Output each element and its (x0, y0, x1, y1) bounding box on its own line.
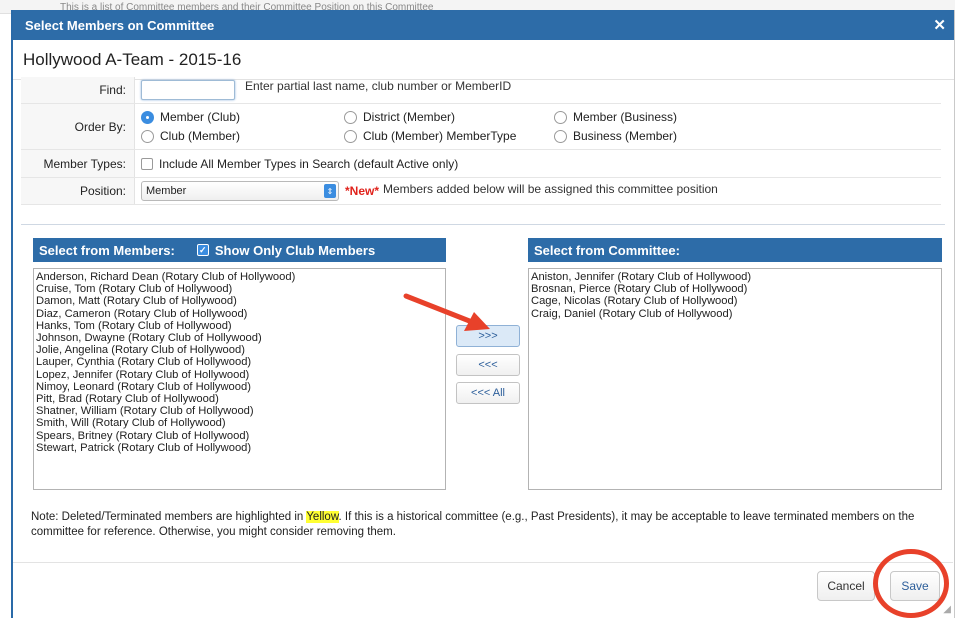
radio-icon[interactable] (554, 129, 567, 143)
select-arrows-icon[interactable]: ⇕ (324, 184, 336, 198)
note-highlight-word: Yellow (306, 511, 339, 523)
save-button[interactable]: Save (890, 571, 940, 601)
list-item[interactable]: Aniston, Jennifer (Rotary Club of Hollyw… (531, 271, 939, 283)
radio-district-member[interactable]: District (Member) (344, 110, 554, 124)
radio-label: District (Member) (363, 110, 455, 124)
list-item[interactable]: Cruise, Tom (Rotary Club of Hollywood) (36, 283, 443, 295)
members-panel-header: Select from Members: ✓ Show Only Club Me… (33, 238, 446, 262)
list-item[interactable]: Damon, Matt (Rotary Club of Hollywood) (36, 295, 443, 307)
radio-business-member[interactable]: Business (Member) (554, 129, 754, 143)
committee-panel-title: Select from Committee: (534, 242, 680, 258)
member-types-value: Include All Member Types in Search (defa… (135, 150, 458, 177)
find-input[interactable] (141, 80, 235, 100)
note-text: Note: Deleted/Terminated members are hig… (31, 510, 943, 540)
list-item[interactable]: Hanks, Tom (Rotary Club of Hollywood) (36, 320, 443, 332)
list-item[interactable]: Lopez, Jennifer (Rotary Club of Hollywoo… (36, 369, 443, 381)
position-label: Position: (21, 178, 135, 204)
radio-label: Club (Member) (160, 129, 241, 143)
search-form: Find: Enter partial last name, club numb… (21, 77, 941, 205)
member-types-label: Member Types: (21, 150, 135, 177)
new-tag: *New* (345, 184, 380, 198)
list-item[interactable]: Lauper, Cynthia (Rotary Club of Hollywoo… (36, 356, 443, 368)
list-item[interactable]: Anderson, Richard Dean (Rotary Club of H… (36, 271, 443, 283)
cancel-button[interactable]: Cancel (817, 571, 875, 601)
list-item[interactable]: Spears, Britney (Rotary Club of Hollywoo… (36, 430, 443, 442)
list-item[interactable]: Smith, Will (Rotary Club of Hollywood) (36, 417, 443, 429)
committee-panel-header: Select from Committee: (528, 238, 942, 262)
position-row: Position: Member ⇕ *New* Members added b… (21, 178, 941, 205)
remove-from-committee-button[interactable]: <<< (456, 354, 520, 376)
remove-all-button[interactable]: <<< All (456, 382, 520, 404)
list-item[interactable]: Cage, Nicolas (Rotary Club of Hollywood) (531, 295, 939, 307)
list-item[interactable]: Diaz, Cameron (Rotary Club of Hollywood) (36, 308, 443, 320)
order-by-row: Order By: Member (Club) District (Member… (21, 104, 941, 150)
include-all-types-label: Include All Member Types in Search (defa… (159, 156, 459, 171)
modal-title: Select Members on Committee (25, 17, 215, 33)
radio-label: Member (Business) (573, 110, 678, 124)
order-by-radio-group: Member (Club) District (Member) Member (… (141, 106, 754, 147)
section-divider (21, 224, 945, 225)
list-item[interactable]: Johnson, Dwayne (Rotary Club of Hollywoo… (36, 332, 443, 344)
radio-icon[interactable] (344, 110, 357, 124)
committee-title: Hollywood A-Team - 2015-16 (13, 40, 954, 80)
list-item[interactable]: Craig, Daniel (Rotary Club of Hollywood) (531, 308, 939, 320)
radio-label: Member (Club) (160, 110, 241, 124)
find-row: Find: Enter partial last name, club numb… (21, 77, 941, 104)
radio-label: Club (Member) MemberType (363, 129, 517, 143)
radio-selected-icon[interactable] (141, 110, 154, 124)
close-icon[interactable]: ✕ (933, 18, 946, 33)
resize-handle-icon[interactable]: ◢ (943, 604, 951, 615)
find-value: Enter partial last name, club number or … (135, 77, 511, 103)
members-listbox[interactable]: Anderson, Richard Dean (Rotary Club of H… (33, 268, 446, 490)
order-by-value: Member (Club) District (Member) Member (… (135, 104, 754, 149)
members-panel-title: Select from Members: (39, 242, 175, 258)
order-by-label: Order By: (21, 104, 135, 149)
list-item[interactable]: Jolie, Angelina (Rotary Club of Hollywoo… (36, 344, 443, 356)
radio-club-member[interactable]: Club (Member) (141, 129, 344, 143)
position-select[interactable]: Member ⇕ (141, 181, 339, 201)
list-item[interactable]: Brosnan, Pierce (Rotary Club of Hollywoo… (531, 283, 939, 295)
show-only-club-checkbox[interactable]: ✓ (196, 244, 209, 256)
radio-label: Business (Member) (573, 129, 678, 143)
find-label: Find: (21, 77, 135, 103)
list-item[interactable]: Shatner, William (Rotary Club of Hollywo… (36, 405, 443, 417)
list-item[interactable]: Nimoy, Leonard (Rotary Club of Hollywood… (36, 381, 443, 393)
position-hint: Members added below will be assigned thi… (383, 182, 718, 196)
footer-divider (13, 562, 953, 563)
position-value: Member ⇕ *New* Members added below will … (135, 178, 718, 204)
radio-member-business[interactable]: Member (Business) (554, 110, 754, 124)
position-select-value: Member (146, 185, 187, 197)
radio-icon[interactable] (554, 110, 567, 124)
list-item[interactable]: Pitt, Brad (Rotary Club of Hollywood) (36, 393, 443, 405)
radio-icon[interactable] (344, 129, 357, 143)
list-item[interactable]: Stewart, Patrick (Rotary Club of Hollywo… (36, 442, 443, 454)
radio-member-club[interactable]: Member (Club) (141, 110, 344, 124)
modal-header: Select Members on Committee ✕ (13, 10, 954, 40)
radio-icon[interactable] (141, 129, 154, 143)
show-only-club-label: Show Only Club Members (214, 242, 376, 258)
member-types-row: Member Types: Include All Member Types i… (21, 150, 941, 178)
annotation-arrow-icon (403, 293, 490, 331)
committee-listbox[interactable]: Aniston, Jennifer (Rotary Club of Hollyw… (528, 268, 942, 490)
note-prefix: Note: Deleted/Terminated members are hig… (31, 511, 307, 523)
find-hint: Enter partial last name, club number or … (245, 79, 512, 93)
radio-club-member-membertype[interactable]: Club (Member) MemberType (344, 129, 554, 143)
include-all-types-checkbox[interactable] (141, 157, 153, 170)
